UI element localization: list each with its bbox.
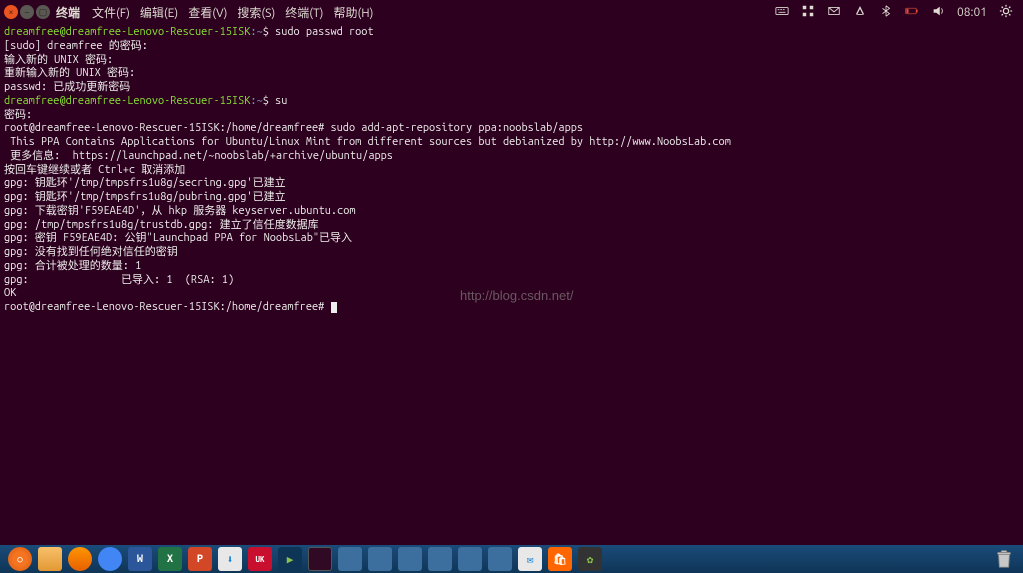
close-button[interactable]: × [4,5,18,19]
terminal-line: gpg: 没有找到任何绝对信任的密钥 [4,246,1019,260]
terminal-body[interactable]: dreamfree@dreamfree-Lenovo-Rescuer-15ISK… [0,24,1023,317]
gear-icon[interactable] [999,4,1013,21]
menu-help[interactable]: 帮助(H) [333,4,373,21]
menu-search[interactable]: 搜索(S) [237,4,275,21]
bluetooth-icon[interactable] [879,4,893,21]
mail-tray-icon[interactable] [827,4,841,21]
dock-show-apps[interactable]: ▶ [278,547,302,571]
dock-task-5[interactable] [458,547,482,571]
terminal-line: gpg: 下载密钥'F59EAE4D'，从 hkp 服务器 keyserver.… [4,205,1019,219]
volume-icon[interactable] [931,4,945,21]
dock-task-4[interactable] [428,547,452,571]
terminal-line: root@dreamfree-Lenovo-Rescuer-15ISK:/hom… [4,122,1019,136]
dock-chromium[interactable] [98,547,122,571]
terminal-line: [sudo] dreamfree 的密码: [4,40,1019,54]
menu-items: 文件(F) 编辑(E) 查看(V) 搜索(S) 终端(T) 帮助(H) [92,4,373,21]
menu-file[interactable]: 文件(F) [92,4,130,21]
maximize-button[interactable]: ▢ [36,5,50,19]
window-controls: × – ▢ [4,5,50,19]
dock-task-1[interactable] [338,547,362,571]
terminal-line: gpg: 钥匙环'/tmp/tmpsfrs1u8g/secring.gpg'已建… [4,177,1019,191]
dock-task-3[interactable] [398,547,422,571]
dock-mail[interactable]: ✉ [518,547,542,571]
dock-software-center[interactable]: ⬇ [218,547,242,571]
keyboard-icon[interactable] [775,4,789,21]
dock-word[interactable]: W [128,547,152,571]
dock-task-6[interactable] [488,547,512,571]
dock-files[interactable] [38,547,62,571]
menu-terminal[interactable]: 终端(T) [285,4,323,21]
terminal-line: 输入新的 UNIX 密码: [4,54,1019,68]
dock-terminal-running[interactable] [308,547,332,571]
terminal-line: gpg: 钥匙环'/tmp/tmpsfrs1u8g/pubring.gpg'已建… [4,191,1019,205]
terminal-line: 更多信息: https://launchpad.net/~noobslab/+a… [4,150,1019,164]
dock-task-2[interactable] [368,547,392,571]
terminal-line: passwd: 已成功更新密码 [4,81,1019,95]
trash-icon[interactable] [993,547,1015,571]
terminal-line: 重新输入新的 UNIX 密码: [4,67,1019,81]
dock-powerpoint[interactable]: P [188,547,212,571]
dock-ubuntu-launcher[interactable]: ○ [8,547,32,571]
app-title: 终端 [56,4,80,21]
grid-icon[interactable] [801,4,815,21]
system-tray: 08:01 [775,4,1019,21]
terminal-line: gpg: 已导入: 1 (RSA: 1) [4,274,1019,288]
terminal-line: 密码: [4,109,1019,123]
terminal-line: gpg: 密钥 F59EAE4D: 公钥"Launchpad PPA for N… [4,232,1019,246]
terminal-line: 按回车键继续或者 Ctrl+c 取消添加 [4,164,1019,178]
dock-firefox[interactable] [68,547,92,571]
clock[interactable]: 08:01 [957,6,987,19]
minimize-button[interactable]: – [20,5,34,19]
terminal-line: This PPA Contains Applications for Ubunt… [4,136,1019,150]
terminal-line: dreamfree@dreamfree-Lenovo-Rescuer-15ISK… [4,95,1019,109]
terminal-line: root@dreamfree-Lenovo-Rescuer-15ISK:/hom… [4,301,1019,315]
menu-edit[interactable]: 编辑(E) [140,4,178,21]
battery-icon[interactable] [905,4,919,21]
network-icon[interactable] [853,4,867,21]
terminal-line: gpg: 合计被处理的数量: 1 [4,260,1019,274]
dock-shop[interactable]: 🛍 [548,547,572,571]
dock-clover[interactable]: ✿ [578,547,602,571]
terminal-line: OK [4,287,1019,301]
terminal-line: gpg: /tmp/tmpsfrs1u8g/trustdb.gpg: 建立了信任… [4,219,1019,233]
dock-keyboard-uk[interactable]: UK [248,547,272,571]
dock-excel[interactable]: X [158,547,182,571]
menu-view[interactable]: 查看(V) [188,4,227,21]
dock: ○ WXP⬇UK▶ ✉🛍✿ [0,545,1023,573]
menubar: × – ▢ 终端 文件(F) 编辑(E) 查看(V) 搜索(S) 终端(T) 帮… [0,0,1023,24]
terminal-line: dreamfree@dreamfree-Lenovo-Rescuer-15ISK… [4,26,1019,40]
